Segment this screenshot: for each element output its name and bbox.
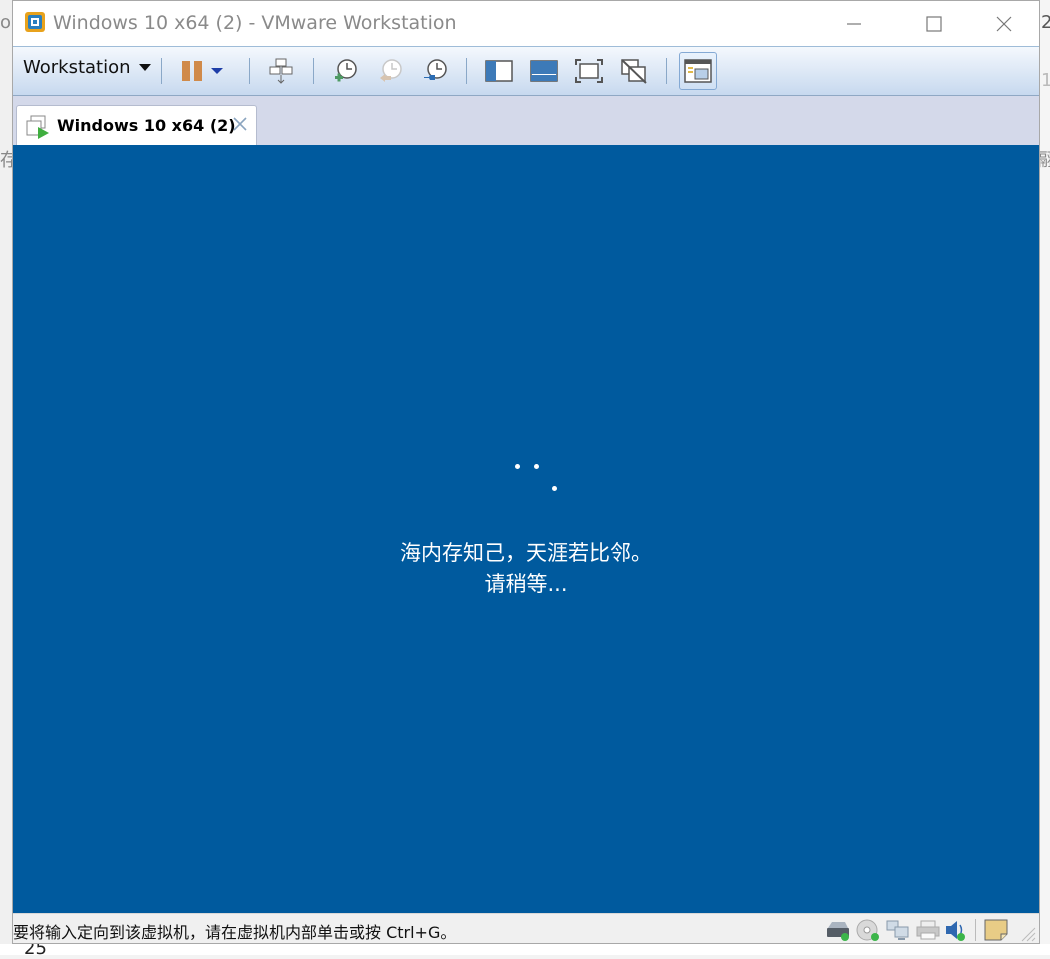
vmware-app-icon — [25, 12, 45, 32]
snapshot-manager-button[interactable] — [416, 52, 454, 90]
window-title: Windows 10 x64 (2) - VMware Workstation — [53, 12, 457, 34]
show-library-button[interactable] — [480, 52, 518, 90]
spinner-dot — [552, 486, 557, 491]
close-button[interactable] — [981, 1, 1027, 46]
pause-icon — [182, 61, 202, 81]
toolbar-separator — [666, 58, 667, 84]
resize-grip-icon[interactable] — [1018, 924, 1036, 942]
tab-windows-10-x64-2[interactable]: Windows 10 x64 (2) — [16, 105, 257, 145]
maximize-button[interactable] — [911, 1, 957, 46]
status-hint: 要将输入定向到该虚拟机，请在虚拟机内部单击或按 Ctrl+G。 — [13, 923, 457, 942]
notes-icon[interactable] — [983, 918, 1009, 942]
background-text: 1 — [1041, 70, 1050, 91]
tab-bar: Windows 10 x64 (2) — [13, 96, 1039, 145]
unity-icon — [621, 59, 647, 84]
title-bar: Windows 10 x64 (2) - VMware Workstation — [13, 1, 1039, 46]
snapshot-manager-icon — [424, 59, 447, 80]
take-snapshot-button[interactable] — [326, 52, 364, 90]
snapshot-add-icon — [335, 59, 357, 82]
console-view-icon — [684, 59, 712, 83]
unity-button[interactable] — [615, 52, 653, 90]
background-window-left — [0, 0, 12, 955]
background-window-bottom — [0, 944, 1050, 955]
workstation-menu-label: Workstation — [23, 57, 131, 78]
send-ctrl-alt-del-button[interactable] — [262, 52, 300, 90]
fullscreen-icon — [575, 59, 603, 83]
loading-message: 海内存知己，天涯若比邻。 — [400, 541, 652, 565]
full-screen-button[interactable] — [570, 52, 608, 90]
spinner-dot — [534, 464, 539, 469]
cd-dvd-icon[interactable] — [855, 918, 881, 942]
spinner-dot — [515, 464, 520, 469]
thumbnail-bar-icon — [530, 60, 558, 82]
vmware-window: Windows 10 x64 (2) - VMware Workstation … — [12, 0, 1040, 944]
status-bar: 要将输入定向到该虚拟机，请在虚拟机内部单击或按 Ctrl+G。 — [13, 913, 1039, 943]
background-text: 2 — [1041, 12, 1050, 33]
toolbar-separator — [249, 58, 250, 84]
hard-disk-icon[interactable] — [825, 918, 851, 942]
close-icon — [996, 16, 1012, 31]
revert-snapshot-button[interactable] — [371, 52, 409, 90]
minimize-icon — [847, 22, 861, 25]
minimize-button[interactable] — [831, 1, 877, 46]
network-adapter-icon[interactable] — [885, 918, 911, 942]
sound-card-icon[interactable] — [943, 918, 969, 942]
toolbar-separator — [466, 58, 467, 84]
background-window-right — [1040, 0, 1050, 955]
power-dropdown-button[interactable] — [205, 52, 229, 90]
toolbar: Workstation — [13, 46, 1039, 96]
caret-down-icon — [138, 63, 151, 71]
toolbar-separator — [161, 58, 162, 84]
snapshot-revert-icon — [380, 59, 402, 82]
tab-label: Windows 10 x64 (2) — [57, 116, 236, 135]
network-send-icon — [269, 58, 293, 84]
vm-running-icon — [26, 115, 49, 139]
status-separator — [975, 919, 976, 941]
show-thumbnail-bar-button[interactable] — [525, 52, 563, 90]
printer-icon[interactable] — [915, 918, 941, 942]
workstation-menu[interactable]: Workstation — [23, 57, 151, 78]
toolbar-separator — [313, 58, 314, 84]
please-wait-message: 请稍等... — [484, 572, 568, 596]
maximize-icon — [926, 15, 942, 32]
vm-console-screen[interactable]: 海内存知己，天涯若比邻。 请稍等... — [13, 145, 1039, 913]
tab-close-icon[interactable] — [230, 114, 250, 134]
library-icon — [485, 60, 513, 82]
console-view-button[interactable] — [679, 52, 717, 90]
chevron-down-icon — [211, 68, 223, 74]
